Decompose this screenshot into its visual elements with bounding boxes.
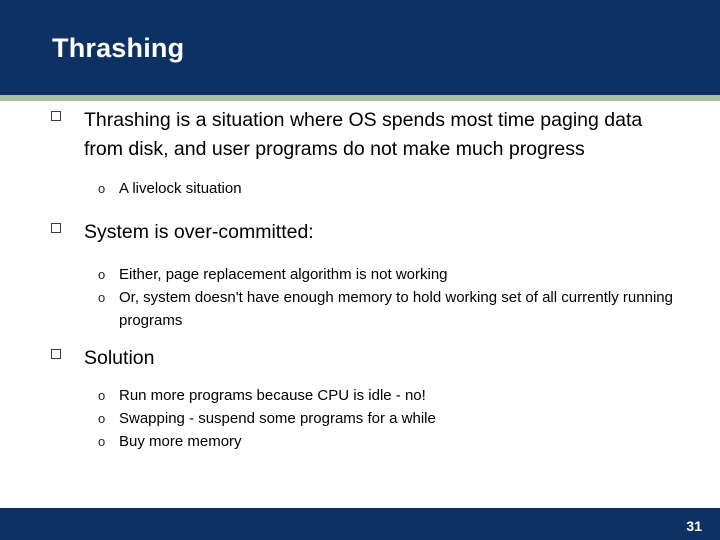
circle-bullet-icon: o bbox=[98, 289, 106, 305]
header-accent-rule bbox=[0, 95, 720, 101]
sub-bullet-item: o Either, page replacement algorithm is … bbox=[0, 263, 720, 286]
sub-bullet-text: A livelock situation bbox=[119, 180, 242, 197]
bullet-item: Thrashing is a situation where OS spends… bbox=[0, 106, 720, 163]
square-bullet-icon bbox=[51, 348, 61, 359]
sub-bullet-list: o Run more programs because CPU is idle … bbox=[0, 384, 720, 453]
sub-bullet-item: o A livelock situation bbox=[0, 177, 720, 200]
sub-bullet-item: o Or, system doesn't have enough memory … bbox=[0, 286, 720, 332]
bullet-text: Solution bbox=[84, 346, 155, 369]
circle-bullet-icon: o bbox=[98, 181, 106, 196]
circle-bullet-icon: o bbox=[98, 388, 106, 403]
page-number: 31 bbox=[686, 518, 702, 534]
circle-bullet-icon: o bbox=[98, 266, 106, 282]
sub-bullet-list: o A livelock situation bbox=[0, 177, 720, 200]
circle-bullet-icon: o bbox=[98, 411, 106, 426]
square-bullet-icon bbox=[51, 223, 61, 233]
sub-bullet-text: Or, system doesn't have enough memory to… bbox=[119, 288, 673, 329]
page-title: Thrashing bbox=[52, 33, 185, 63]
sub-bullet-text: Run more programs because CPU is idle - … bbox=[119, 387, 426, 404]
sub-bullet-list: o Either, page replacement algorithm is … bbox=[0, 263, 720, 332]
bullet-item: System is over-committed: bbox=[0, 218, 720, 247]
slide-body: Thrashing is a situation where OS spends… bbox=[0, 106, 720, 453]
sub-bullet-item: o Run more programs because CPU is idle … bbox=[0, 384, 720, 407]
sub-bullet-text: Either, page replacement algorithm is no… bbox=[119, 265, 448, 283]
bullet-text: Thrashing is a situation where OS spends… bbox=[84, 109, 643, 160]
sub-bullet-item: o Buy more memory bbox=[0, 430, 720, 453]
bullet-text: System is over-committed: bbox=[84, 221, 314, 243]
slide-footer-band bbox=[0, 508, 720, 540]
sub-bullet-item: o Swapping - suspend some programs for a… bbox=[0, 407, 720, 430]
bullet-item: Solution bbox=[0, 344, 720, 373]
sub-bullet-text: Swapping - suspend some programs for a w… bbox=[119, 410, 436, 427]
square-bullet-icon bbox=[51, 111, 61, 121]
circle-bullet-icon: o bbox=[98, 434, 106, 449]
sub-bullet-text: Buy more memory bbox=[119, 433, 242, 450]
slide: Thrashing Thrashing is a situation where… bbox=[0, 0, 720, 540]
